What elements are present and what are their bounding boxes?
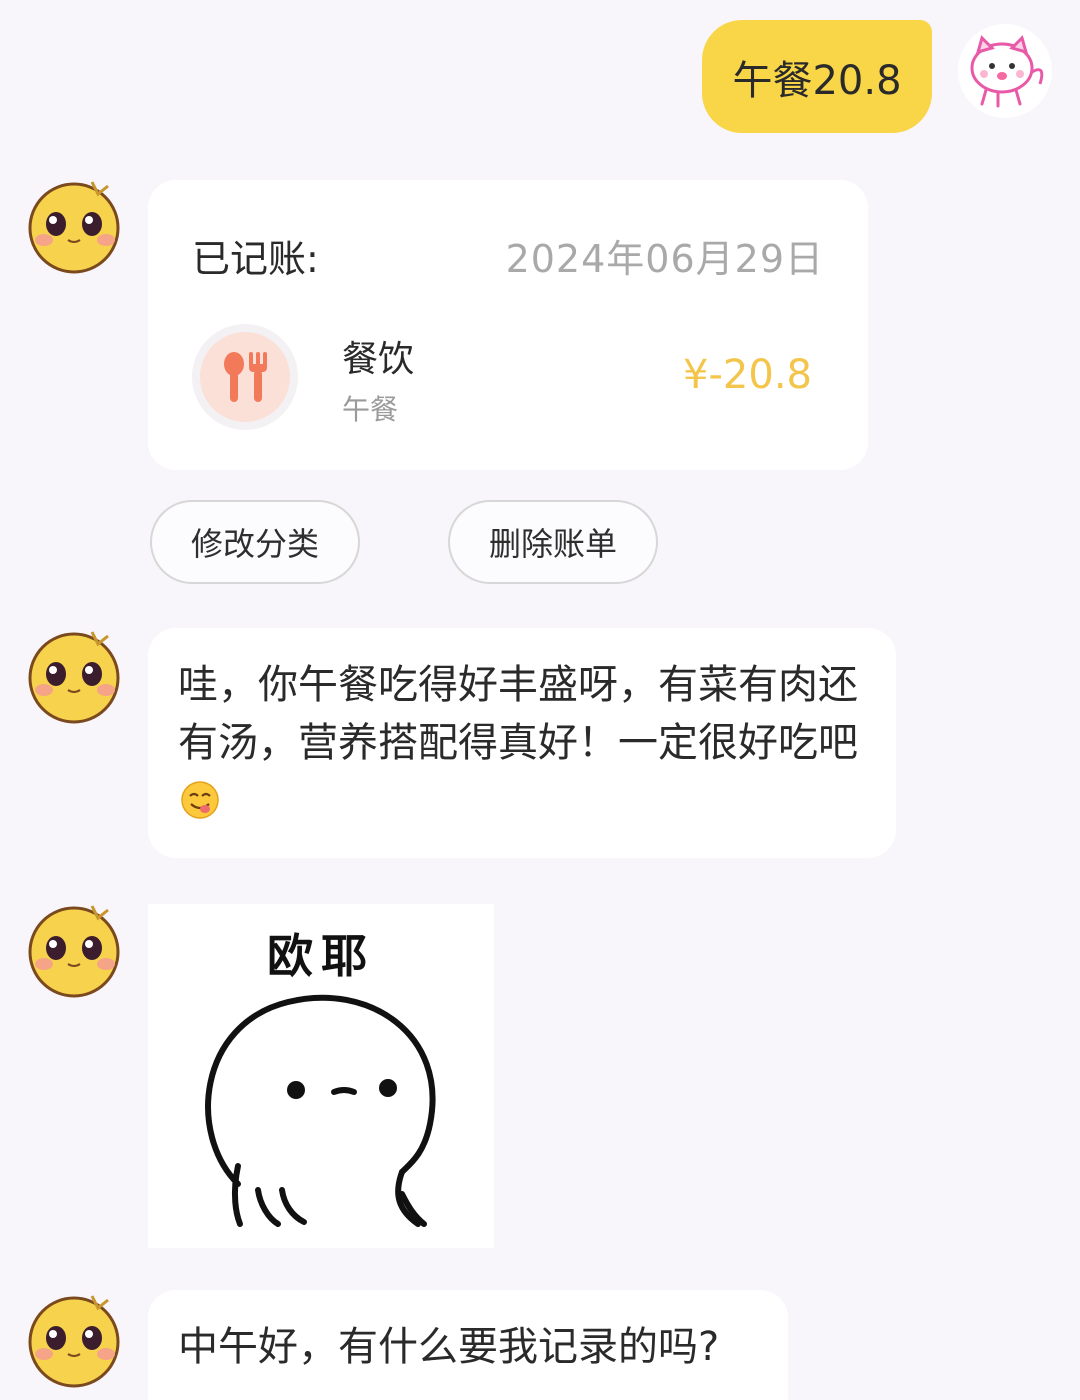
delete-bill-label: 删除账单 — [488, 525, 617, 563]
yellow-emoji-avatar-icon — [28, 1295, 120, 1388]
bot-message-text: 哇，你午餐吃得好丰盛呀，有菜有肉还有汤，营养搭配得真好！一定很好吃吧 — [178, 662, 858, 766]
bot-avatar[interactable] — [26, 900, 126, 1000]
fork-spoon-icon — [224, 352, 267, 402]
delete-bill-button[interactable]: 删除账单 — [448, 500, 658, 584]
bot-message-text: 中午好，有什么要我记录的吗? — [178, 1324, 720, 1370]
edit-category-button[interactable]: 修改分类 — [150, 500, 360, 584]
bot-message-bubble[interactable]: 哇，你午餐吃得好丰盛呀，有菜有肉还有汤，营养搭配得真好！一定很好吃吧 — [148, 628, 896, 858]
chat-screen: 午餐20.8 已记账: 2024年06月29日 餐饮 午餐 ¥-20.8 修改分… — [0, 0, 1080, 1400]
bot-avatar[interactable] — [26, 626, 126, 726]
category-name: 餐饮 — [342, 339, 415, 380]
record-note: 午餐 — [342, 393, 399, 426]
white-blob-character-icon — [205, 994, 436, 1227]
yum-face-emoji — [181, 781, 219, 819]
user-message-bubble[interactable]: 午餐20.8 — [702, 20, 932, 133]
pink-cat-avatar-icon — [970, 35, 1044, 108]
record-date: 2024年06月29日 — [505, 237, 824, 281]
yellow-emoji-avatar-icon — [28, 905, 120, 998]
record-card[interactable]: 已记账: 2024年06月29日 餐饮 午餐 ¥-20.8 — [148, 180, 868, 470]
category-icon-badge — [192, 324, 298, 430]
record-title: 已记账: — [192, 237, 319, 281]
yellow-emoji-avatar-icon — [28, 181, 120, 274]
record-amount: ¥-20.8 — [683, 352, 812, 398]
user-avatar[interactable] — [958, 24, 1052, 118]
bot-message-bubble[interactable]: 中午好，有什么要我记录的吗? — [148, 1290, 788, 1400]
yellow-emoji-avatar-icon — [28, 631, 120, 724]
bot-avatar[interactable] — [26, 176, 126, 276]
bot-avatar[interactable] — [26, 1290, 126, 1390]
user-message-text: 午餐20.8 — [732, 57, 902, 104]
edit-category-label: 修改分类 — [190, 525, 319, 563]
sticker-message[interactable]: 欧耶 — [148, 904, 494, 1248]
